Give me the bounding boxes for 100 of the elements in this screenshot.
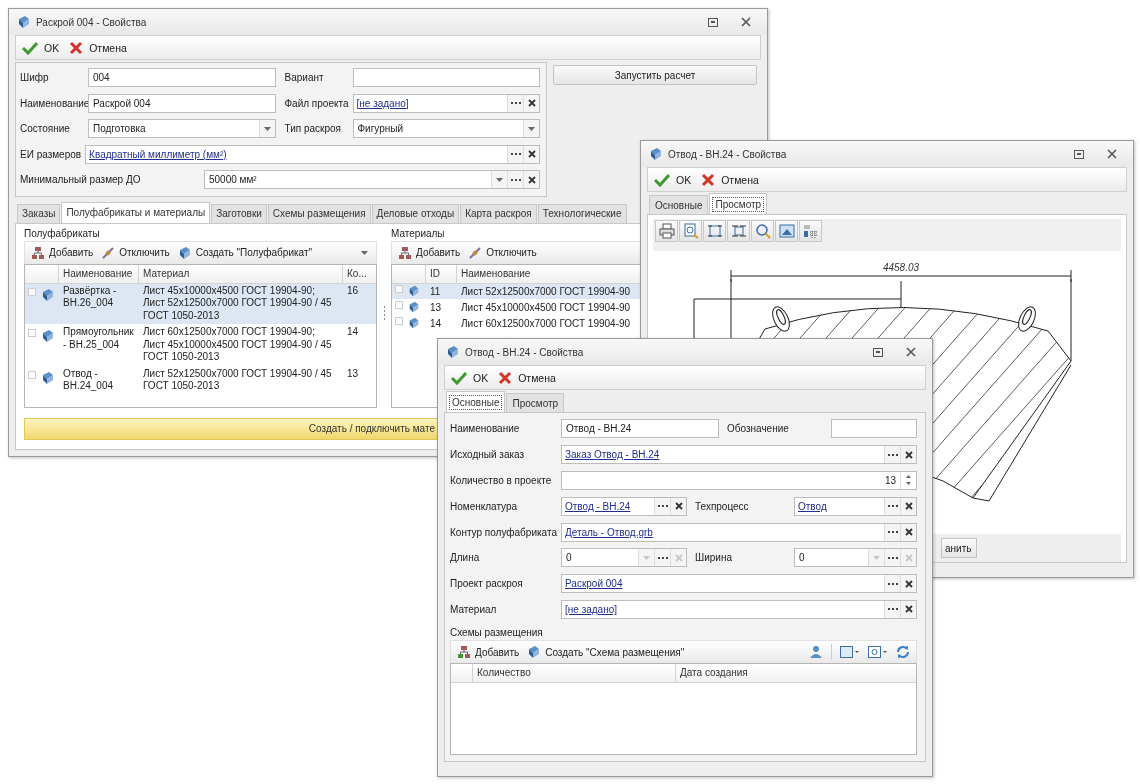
clear-button[interactable] [900, 497, 916, 515]
browse-button[interactable] [654, 497, 670, 515]
disconnect-button[interactable]: Отключить [468, 242, 537, 263]
input-field[interactable]: 004 [88, 68, 276, 88]
link[interactable]: Заказ Отвод - ВН.24 [562, 449, 884, 461]
layers-button[interactable] [799, 220, 822, 242]
table-row[interactable]: Прямоугольник - ВН.25_004 Лист 60x12500x7000 ГОСТ 19904-90; Лист 45x10000x4500 ГОСТ 19904-90 / 45 ГОСТ 1050-2013 14 [25, 325, 376, 367]
link[interactable]: Отвод [795, 500, 884, 512]
field-label: Тип раскроя [284, 123, 342, 135]
clear-button[interactable] [900, 446, 916, 464]
page-zoom-icon [682, 223, 699, 239]
clear-button[interactable] [900, 575, 916, 593]
link[interactable]: [не задано] [562, 603, 884, 615]
tab[interactable]: Просмотр [506, 393, 565, 412]
input-field[interactable]: Заказ Отвод - ВН.24 [561, 445, 917, 465]
zoom-button[interactable] [751, 220, 774, 242]
field-label: Ширина [694, 552, 733, 564]
tab[interactable]: Просмотр [709, 193, 768, 214]
clear-button[interactable] [900, 600, 916, 618]
input-field[interactable]: Подготовка [88, 119, 276, 139]
input-field[interactable]: 13 [561, 471, 917, 490]
dropdown-button[interactable] [491, 171, 507, 189]
add-button[interactable]: Добавить [457, 642, 520, 663]
tab[interactable]: Основные [649, 195, 709, 214]
close-icon [1107, 149, 1117, 159]
clear-button[interactable] [523, 145, 539, 163]
cancel-button[interactable]: Отмена [498, 367, 556, 388]
tab[interactable]: Деловые отходы [371, 203, 460, 223]
action-button[interactable]: анить [941, 538, 978, 558]
clear-button[interactable] [900, 523, 916, 541]
zoom-page-button[interactable] [679, 220, 702, 242]
input-field[interactable]: 50000 мм² [204, 170, 540, 190]
fit-width-button[interactable] [727, 220, 750, 242]
table-cell-text: Прямоугольник - ВН.25_004 [62, 325, 135, 352]
table-cell-text: 13 [429, 300, 443, 315]
tab[interactable]: Технологические [537, 203, 627, 223]
create-button[interactable]: Создать "Полуфабрикат" [177, 242, 313, 263]
input-field[interactable]: Раскрой 004 [561, 574, 917, 594]
clear-icon [527, 99, 536, 108]
ellipsis-icon [657, 505, 668, 508]
dropdown-button[interactable] [523, 120, 539, 138]
input-field[interactable]: Раскрой 004 [88, 93, 276, 113]
ok-button[interactable]: OK [654, 169, 692, 190]
input-field[interactable] [352, 68, 540, 88]
run-button[interactable]: Запустить расчет [553, 65, 757, 85]
fit-button[interactable] [703, 220, 726, 242]
browse-button[interactable] [507, 171, 523, 189]
cross-icon [701, 172, 716, 187]
link[interactable]: Раскрой 004 [562, 578, 884, 590]
link[interactable]: [не задано] [353, 97, 507, 109]
disconnect-button[interactable]: Отключить [101, 242, 170, 263]
tab[interactable]: Схемы размещения [267, 203, 371, 223]
column-header: Дата создания [679, 666, 749, 681]
input-field[interactable]: Фигурный [352, 119, 540, 139]
browse-button[interactable] [884, 497, 900, 515]
tab[interactable]: Карта раскроя [460, 203, 537, 223]
clear-icon [527, 175, 536, 184]
browse-button[interactable] [884, 446, 900, 464]
dropdown-button[interactable] [258, 120, 275, 138]
input-field[interactable]: [не задано] [561, 599, 917, 619]
table-row[interactable]: Отвод - ВН.24_004 Лист 52x12500x7000 ГОСТ 19904-90 / 45 ГОСТ 1050-2013 13 [25, 366, 376, 396]
cancel-button[interactable]: Отмена [701, 169, 759, 190]
clear-icon [904, 579, 913, 588]
input-field[interactable]: Отвод - ВН.24 [561, 419, 719, 439]
print-button[interactable] [655, 220, 678, 242]
tab[interactable]: Основные [446, 391, 506, 412]
clear-button[interactable] [523, 171, 539, 189]
browse-button[interactable] [507, 94, 523, 112]
link[interactable]: Деталь - Отвод.grb [562, 526, 884, 538]
link[interactable]: Отвод - ВН.24 [562, 500, 654, 512]
link[interactable]: Квадратный миллиметр (мм²) [86, 148, 507, 160]
tab[interactable]: Заказы [17, 203, 61, 223]
browse-button[interactable] [884, 575, 900, 593]
add-button[interactable]: Добавить [31, 242, 94, 263]
tab[interactable]: Заготовки [211, 203, 267, 223]
ok-button[interactable]: OK [22, 37, 60, 58]
input-field[interactable]: Отвод [794, 496, 917, 516]
clear-icon [674, 502, 683, 511]
table-cell-text: 13 [346, 366, 360, 381]
add-button[interactable]: Добавить [398, 242, 461, 263]
field-label: Наименование [450, 423, 521, 435]
clear-button[interactable] [670, 497, 686, 515]
input-field[interactable]: Отвод - ВН.24 [561, 496, 687, 516]
browse-button[interactable] [884, 600, 900, 618]
tab[interactable]: Полуфабрикаты и материалы [61, 201, 211, 223]
input-field[interactable]: Деталь - Отвод.grb [561, 522, 917, 542]
window-title: Отвод - ВН.24 - Свойства [668, 148, 787, 160]
splitter-handle[interactable] [383, 305, 386, 320]
clear-button[interactable] [523, 94, 539, 112]
create-button[interactable]: Создать "Схема размещения" [527, 642, 685, 663]
browse-button[interactable] [507, 145, 523, 163]
expand-icon [28, 287, 36, 296]
image-button[interactable] [775, 220, 798, 242]
input-field[interactable]: Квадратный миллиметр (мм²) [85, 144, 540, 164]
ok-button[interactable]: OK [451, 367, 489, 388]
table-row[interactable]: Развёртка - ВН.26_004 Лист 45x10000x4500 ГОСТ 19904-90; Лист 52x12500x7000 ГОСТ 19904-90 / 45 ГОСТ 1050-2013 16 [25, 283, 376, 325]
input-field[interactable]: [не задано] [352, 93, 540, 113]
browse-button[interactable] [884, 523, 900, 541]
cancel-button[interactable]: Отмена [69, 37, 127, 58]
input-field[interactable] [831, 419, 917, 439]
